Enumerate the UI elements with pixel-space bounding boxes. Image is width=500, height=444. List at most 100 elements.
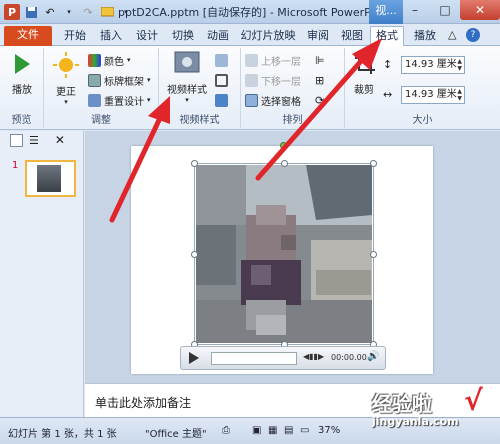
corrections-label: 更正	[56, 87, 76, 98]
window-title: pptD2CA.pptm [自动保存的] - Microsoft PowerP.…	[118, 6, 380, 19]
crop-icon	[355, 54, 375, 74]
presentation-icon[interactable]	[99, 4, 115, 20]
tab-design[interactable]: 设计	[132, 27, 162, 46]
normal-view-icon[interactable]: ▣	[252, 425, 261, 436]
sorter-view-icon[interactable]: ▦	[268, 425, 277, 436]
rotate-button[interactable]: ⟳	[315, 92, 324, 108]
play-button[interactable]: 播放	[4, 52, 40, 96]
video-effects-button[interactable]	[215, 92, 228, 108]
close-button[interactable]: ✕	[460, 0, 500, 20]
slide-edit-area: ◀▮▮▶ 00:00.00 🔊	[85, 131, 500, 383]
group-objects-button[interactable]: ⊞	[315, 72, 324, 88]
thumbnail-video-image	[37, 165, 61, 192]
tab-slideshow[interactable]: 幻灯片放映	[238, 27, 298, 46]
video-shape-icon	[215, 53, 228, 67]
player-play-icon[interactable]	[189, 352, 199, 364]
reading-view-icon[interactable]: ▤	[284, 425, 293, 436]
poster-frame-button[interactable]: 标牌框架 ▾	[88, 72, 151, 88]
undo-icon[interactable]: ↶	[42, 4, 58, 20]
group-video-styles: 视频样式 ▾ 视频样式	[159, 48, 241, 128]
poster-frame-icon	[88, 73, 101, 87]
video-styles-label: 视频样式	[167, 85, 207, 96]
group-label-size: 大小	[412, 115, 433, 126]
resize-handle-left[interactable]	[191, 251, 198, 258]
group-preview: 播放 预览	[0, 48, 44, 128]
slide-canvas[interactable]: ◀▮▮▶ 00:00.00 🔊	[131, 142, 433, 374]
color-button[interactable]: 颜色 ▾	[88, 52, 131, 68]
tab-file[interactable]: 文件	[4, 26, 52, 46]
save-icon[interactable]	[23, 4, 39, 20]
width-field[interactable]: 14.93 厘米 ▲ ▼	[401, 86, 465, 104]
align-button[interactable]: ⊫	[315, 52, 325, 68]
video-border-icon	[215, 73, 228, 87]
tab-insert[interactable]: 插入	[96, 27, 126, 46]
tab-view[interactable]: 视图	[337, 27, 367, 46]
maximize-button[interactable]: □	[430, 0, 460, 20]
volume-icon[interactable]: 🔊	[367, 351, 379, 362]
help-icon[interactable]: ?	[466, 28, 480, 42]
slide-position: 幻灯片 第 1 张，共 1 张	[8, 429, 117, 440]
ribbon: 播放 预览 更正 ▾ 颜色 ▾ 标牌框架 ▾ 重置设计 ▾ 调整 视频样式 ▾ …	[0, 46, 500, 130]
tab-animations[interactable]: 动画	[203, 27, 233, 46]
player-progress-bar[interactable]	[211, 352, 297, 365]
selection-pane-label: 选择窗格	[261, 96, 301, 108]
video-shape-button[interactable]	[215, 52, 228, 68]
group-label-preview: 预览	[11, 115, 32, 126]
redo-icon[interactable]: ↷	[80, 4, 96, 20]
resize-handle-top-left[interactable]	[191, 160, 198, 167]
watermark-check-icon: √	[464, 384, 483, 417]
reset-design-label: 重置设计	[104, 96, 144, 108]
tab-transitions[interactable]: 切换	[168, 27, 198, 46]
bring-forward-icon	[245, 53, 258, 67]
send-backward-icon	[245, 73, 258, 87]
rotation-handle[interactable]	[280, 142, 287, 149]
bring-forward-button[interactable]: 上移一层	[245, 52, 301, 68]
crop-button[interactable]: 裁剪	[349, 52, 379, 96]
resize-handle-top-right[interactable]	[370, 160, 377, 167]
play-icon	[15, 54, 30, 74]
height-spinner-icon[interactable]: ▲ ▼	[457, 58, 462, 72]
minimize-button[interactable]: –	[400, 0, 430, 20]
video-selection-box	[194, 163, 374, 345]
tab-format[interactable]: 格式	[370, 26, 404, 46]
language-icon[interactable]: ⎙	[222, 425, 230, 436]
watermark-url: jingyanla.com	[372, 415, 459, 428]
slideshow-view-icon[interactable]: ▭	[300, 425, 309, 436]
width-spinner-icon[interactable]: ▲ ▼	[457, 88, 462, 102]
outline-tab-icon[interactable]: ☰	[29, 134, 39, 147]
video-border-button[interactable]	[215, 72, 228, 88]
tab-playback[interactable]: 播放	[410, 27, 440, 46]
player-skip-icons[interactable]: ◀▮▮▶	[303, 352, 324, 361]
reset-design-button[interactable]: 重置设计 ▾	[88, 92, 151, 108]
ribbon-tabs: 文件 开始 插入 设计 切换 动画 幻灯片放映 审阅 视图 格式 播放 △ ?	[0, 24, 500, 46]
undo-dropdown-icon[interactable]: ▾	[61, 4, 77, 20]
title-bar: P ↶ ▾ ↷ ▾ pptD2CA.pptm [自动保存的] - Microso…	[0, 0, 500, 24]
slides-panel: ☰ ✕ 1	[0, 131, 84, 417]
sun-icon	[53, 52, 79, 78]
send-backward-button[interactable]: 下移一层	[245, 72, 301, 88]
close-panel-icon[interactable]: ✕	[55, 133, 65, 147]
corrections-dropdown-icon: ▾	[64, 98, 68, 106]
minimize-ribbon-icon[interactable]: △	[448, 28, 456, 41]
selection-pane-button[interactable]: 选择窗格	[245, 92, 301, 108]
slides-tab-icon[interactable]	[10, 133, 23, 147]
height-value: 14.93 厘米	[405, 59, 457, 70]
crop-label: 裁剪	[354, 85, 374, 96]
bring-forward-label: 上移一层	[261, 56, 301, 68]
powerpoint-app-icon[interactable]: P	[4, 4, 20, 20]
tab-home[interactable]: 开始	[60, 27, 90, 46]
resize-handle-right[interactable]	[370, 251, 377, 258]
resize-handle-top[interactable]	[281, 160, 288, 167]
slide-thumbnail[interactable]	[25, 160, 76, 197]
video-styles-button[interactable]: 视频样式 ▾	[163, 50, 211, 104]
corrections-button[interactable]: 更正 ▾	[48, 52, 84, 106]
video-tools-context-label: 视...	[369, 0, 403, 24]
color-icon	[88, 53, 101, 67]
group-size: 裁剪 ↕ 14.93 厘米 ▲ ▼ ↔ 14.93 厘米 ▲ ▼ 大小	[345, 48, 500, 128]
player-time: 00:00.00	[331, 353, 367, 362]
slides-panel-header: ☰ ✕	[0, 131, 83, 149]
group-adjust: 更正 ▾ 颜色 ▾ 标牌框架 ▾ 重置设计 ▾ 调整	[44, 48, 159, 128]
tab-review[interactable]: 审阅	[303, 27, 333, 46]
zoom-level[interactable]: 37%	[318, 425, 340, 436]
height-field[interactable]: 14.93 厘米 ▲ ▼	[401, 56, 465, 74]
